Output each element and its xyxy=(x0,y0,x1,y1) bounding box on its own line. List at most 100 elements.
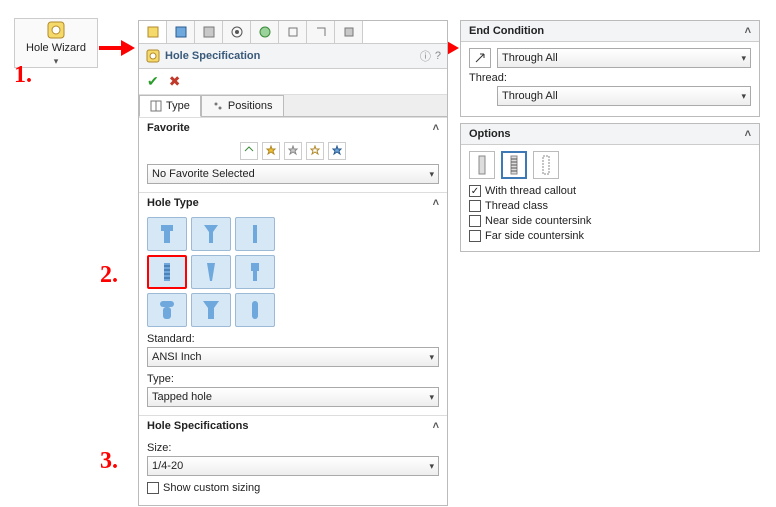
thread-label: Thread: xyxy=(469,72,751,84)
show-custom-sizing-checkbox[interactable] xyxy=(147,482,159,494)
dropdown-caret-icon: ▾ xyxy=(429,461,434,472)
pm-tab-6[interactable] xyxy=(279,21,307,43)
type-tab-icon xyxy=(150,100,162,112)
hole-wizard-icon xyxy=(46,20,66,40)
annotation-2: 2. xyxy=(100,262,118,289)
favorite-dropdown[interactable]: No Favorite Selected ▾ xyxy=(147,164,439,184)
cancel-button[interactable]: ✖ xyxy=(169,73,181,90)
with-thread-callout-checkbox[interactable] xyxy=(469,185,481,197)
standard-dropdown-value: ANSI Inch xyxy=(152,351,202,363)
near-side-csk-checkbox[interactable] xyxy=(469,215,481,227)
hole-type-straight-tap[interactable] xyxy=(147,255,187,289)
tab-positions-label: Positions xyxy=(228,100,273,112)
far-side-csk-checkbox[interactable] xyxy=(469,230,481,242)
hole-type-slot[interactable] xyxy=(235,293,275,327)
property-manager: Hole Specification ⓘ ? ✔ ✖ Type Position… xyxy=(138,20,448,506)
chevron-up-icon: ˄ xyxy=(433,122,439,134)
favorite-apply-icon[interactable] xyxy=(240,142,258,160)
annotation-3: 3. xyxy=(100,448,118,475)
tab-type[interactable]: Type xyxy=(139,95,201,117)
hole-type-hole[interactable] xyxy=(235,217,275,251)
hole-wizard-button[interactable]: Hole Wizard ▾ xyxy=(14,18,98,68)
hole-type-legacy[interactable] xyxy=(235,255,275,289)
section-end-condition: End Condition ˄ Through All ▾ Thread: Th… xyxy=(460,20,760,117)
pm-tab-config[interactable] xyxy=(195,21,223,43)
thread-class-checkbox[interactable] xyxy=(469,200,481,212)
pm-tab-dimxpert[interactable] xyxy=(223,21,251,43)
favorite-header[interactable]: Favorite ˄ xyxy=(139,118,447,138)
hole-type-tapered-tap[interactable] xyxy=(191,255,231,289)
options-header[interactable]: Options ˄ xyxy=(461,124,759,145)
tab-positions[interactable]: Positions xyxy=(201,95,284,116)
pm-tab-property-manager[interactable] xyxy=(167,21,195,43)
favorite-load-icon[interactable] xyxy=(328,142,346,160)
dropdown-caret-icon: ▾ xyxy=(54,56,59,67)
hole-spec-icon xyxy=(145,48,161,64)
chevron-up-icon: ˄ xyxy=(745,25,751,37)
favorite-add-icon[interactable] xyxy=(262,142,280,160)
thread-dropdown-value: Through All xyxy=(502,90,558,102)
pm-tab-display[interactable] xyxy=(251,21,279,43)
hole-type-header-label: Hole Type xyxy=(147,197,199,209)
help-icon[interactable]: ⓘ xyxy=(420,48,431,64)
pm-title: Hole Specification xyxy=(165,50,416,62)
dropdown-caret-icon: ▾ xyxy=(741,53,746,64)
remove-thread-icon[interactable] xyxy=(533,151,559,179)
show-custom-sizing-label: Show custom sizing xyxy=(163,482,260,494)
section-hole-spec: Hole Specifications ˄ Size: 1/4-20 ▾ Sho… xyxy=(139,415,447,505)
dropdown-caret-icon: ▾ xyxy=(741,91,746,102)
hole-type-counterbore-slot[interactable] xyxy=(147,293,187,327)
ok-button[interactable]: ✔ xyxy=(147,73,159,90)
thread-class-label: Thread class xyxy=(485,200,548,212)
pm-title-bar: Hole Specification ⓘ ? xyxy=(139,44,447,69)
hole-type-countersink[interactable] xyxy=(191,217,231,251)
type-label: Type: xyxy=(147,373,439,385)
pm-tab-icons xyxy=(139,21,447,44)
favorite-header-label: Favorite xyxy=(147,122,190,134)
type-dropdown-value: Tapped hole xyxy=(152,391,212,403)
hole-spec-header[interactable]: Hole Specifications ˄ xyxy=(139,416,447,436)
dropdown-caret-icon: ▾ xyxy=(429,392,434,403)
pm-tab-8[interactable] xyxy=(335,21,363,43)
section-favorite: Favorite ˄ No Favorite Selected ▾ xyxy=(139,117,447,192)
options-header-label: Options xyxy=(469,128,511,140)
pm-subtabs: Type Positions xyxy=(139,95,447,117)
favorite-dropdown-value: No Favorite Selected xyxy=(152,168,255,180)
chevron-up-icon: ˄ xyxy=(433,197,439,209)
near-side-csk-label: Near side countersink xyxy=(485,215,591,227)
end-condition-header[interactable]: End Condition ˄ xyxy=(461,21,759,42)
section-options: Options ˄ With thread callout Thread cla… xyxy=(460,123,760,252)
end-condition-dropdown[interactable]: Through All ▾ xyxy=(497,48,751,68)
favorite-delete-icon[interactable] xyxy=(284,142,302,160)
size-dropdown[interactable]: 1/4-20 ▾ xyxy=(147,456,439,476)
hole-type-countersink-slot[interactable] xyxy=(191,293,231,327)
type-dropdown[interactable]: Tapped hole ▾ xyxy=(147,387,439,407)
tab-type-label: Type xyxy=(166,100,190,112)
size-dropdown-value: 1/4-20 xyxy=(152,460,183,472)
chevron-up-icon: ˄ xyxy=(433,420,439,432)
positions-tab-icon xyxy=(212,100,224,112)
cosmetic-thread-icon[interactable] xyxy=(501,151,527,179)
dropdown-caret-icon: ▾ xyxy=(429,352,434,363)
hole-type-header[interactable]: Hole Type ˄ xyxy=(139,193,447,213)
standard-dropdown[interactable]: ANSI Inch ▾ xyxy=(147,347,439,367)
thread-dropdown[interactable]: Through All ▾ xyxy=(497,86,751,106)
hole-type-counterbore[interactable] xyxy=(147,217,187,251)
pm-tab-7[interactable] xyxy=(307,21,335,43)
hole-spec-header-label: Hole Specifications xyxy=(147,420,248,432)
pm-tab-feature-manager[interactable] xyxy=(139,21,167,43)
help-icon-2[interactable]: ? xyxy=(435,50,441,62)
with-thread-callout-label: With thread callout xyxy=(485,185,576,197)
favorite-save-icon[interactable] xyxy=(306,142,324,160)
far-side-csk-label: Far side countersink xyxy=(485,230,584,242)
reverse-direction-button[interactable] xyxy=(469,48,491,68)
size-label: Size: xyxy=(147,442,439,454)
pm-actions: ✔ ✖ xyxy=(139,69,447,95)
cosmetic-thread-none-icon[interactable] xyxy=(469,151,495,179)
chevron-up-icon: ˄ xyxy=(745,128,751,140)
hole-wizard-label: Hole Wizard xyxy=(26,42,86,54)
end-condition-header-label: End Condition xyxy=(469,25,544,37)
standard-label: Standard: xyxy=(147,333,439,345)
end-condition-dropdown-value: Through All xyxy=(502,52,558,64)
dropdown-caret-icon: ▾ xyxy=(429,169,434,180)
